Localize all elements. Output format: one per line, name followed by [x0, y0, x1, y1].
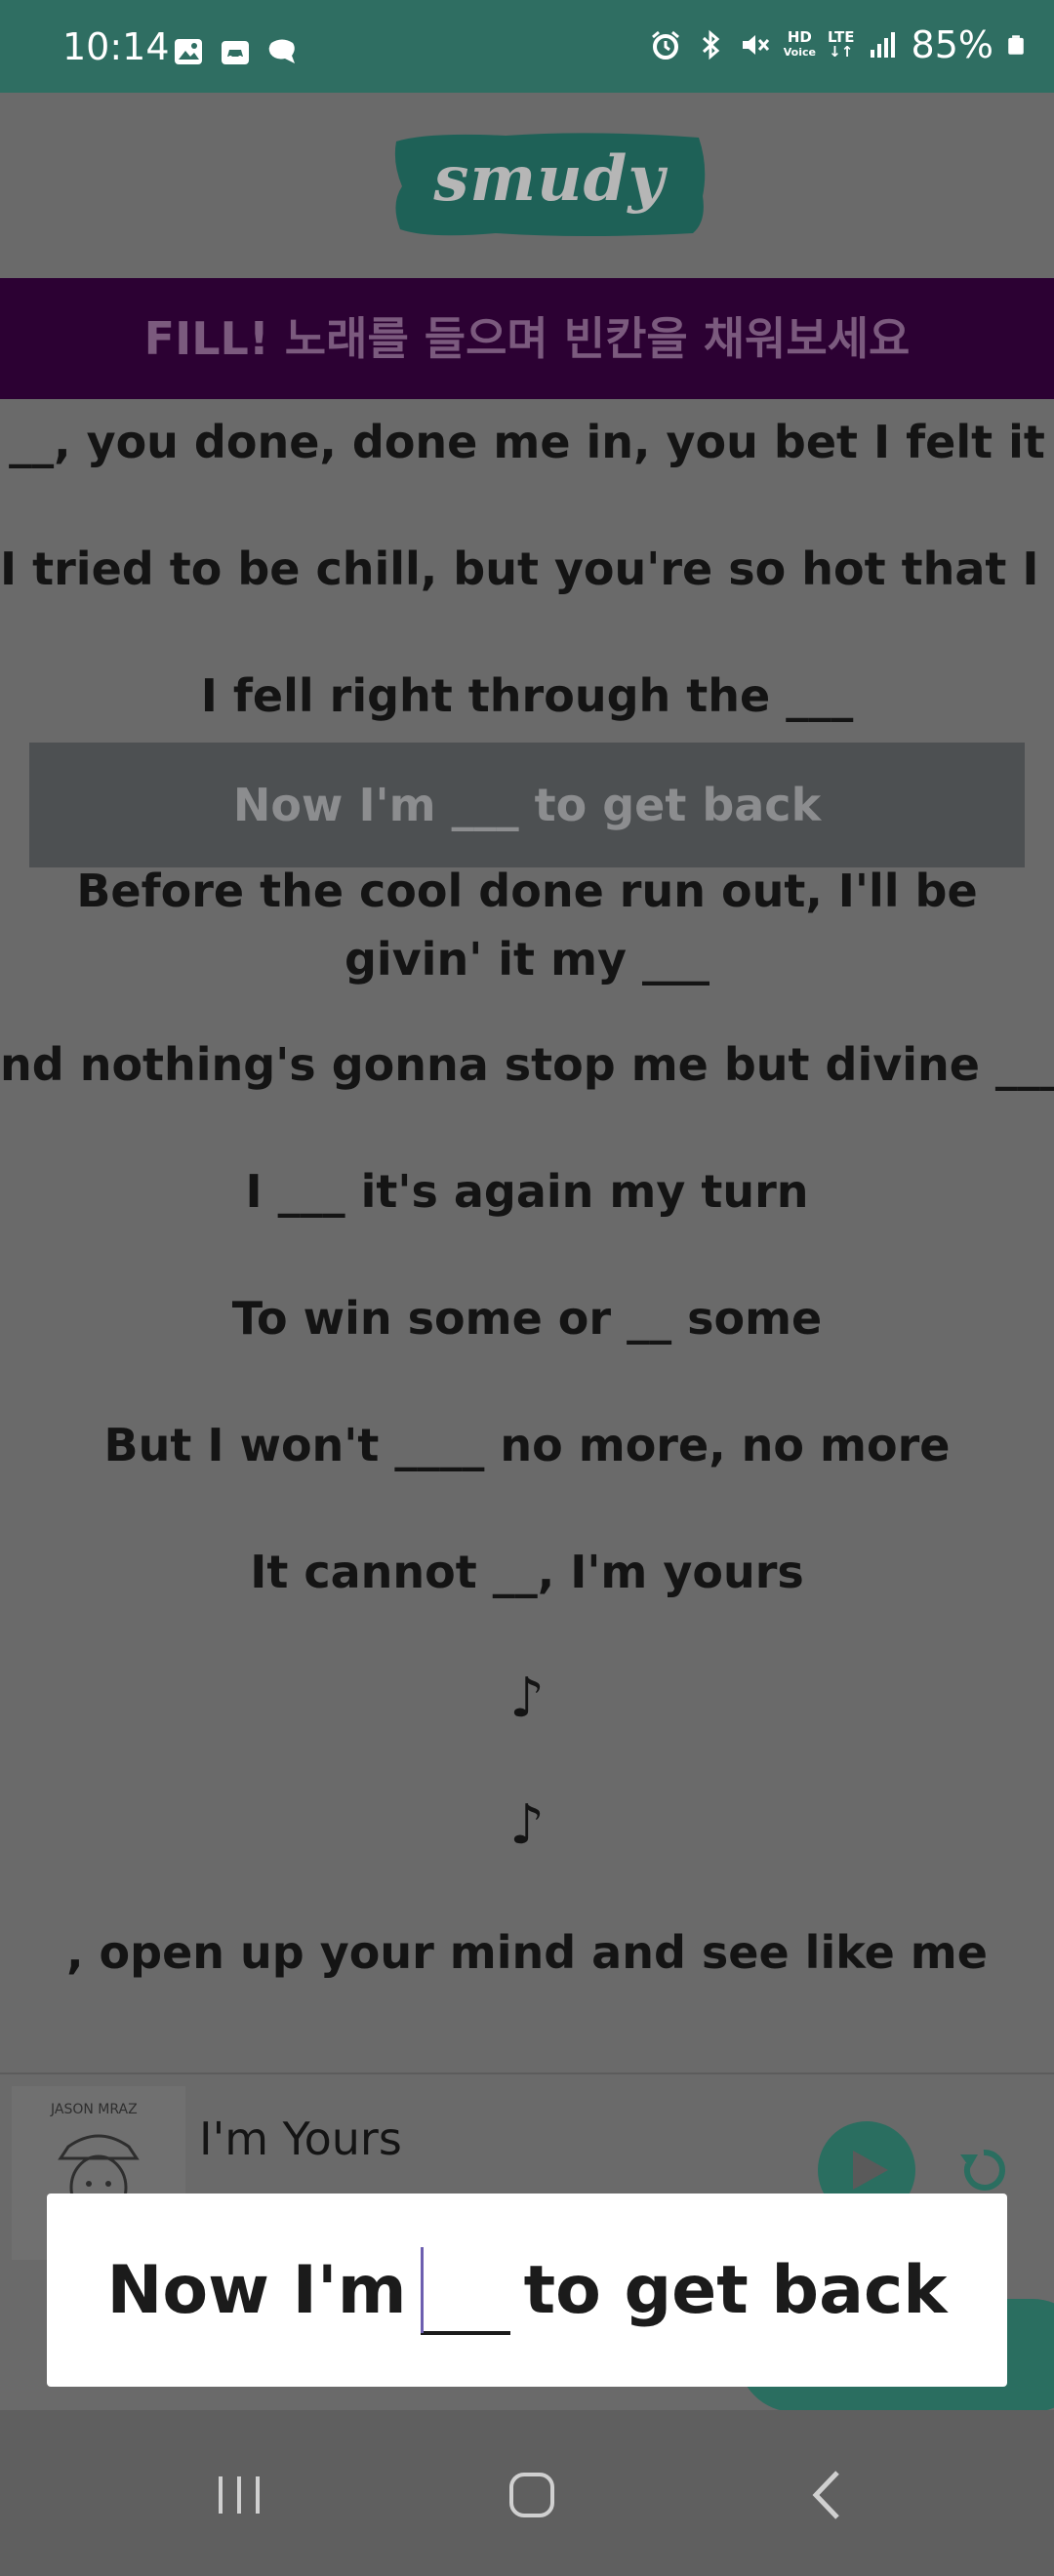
- status-bar: 10:14 HD Voice LTE ↓↑ 85%: [0, 0, 1054, 93]
- hd-sub-label: Voice: [783, 46, 816, 59]
- album-caption: JASON MRAZ: [51, 2102, 138, 2117]
- signal-icon: [870, 32, 895, 58]
- smudy-logo: smudy: [388, 128, 710, 241]
- lyric-line[interactable]: It cannot __, I'm yours: [0, 1538, 1054, 1606]
- lyric-line-current[interactable]: Now I'm ___ to get back: [29, 743, 1025, 867]
- header: smudy: [0, 93, 1054, 278]
- lyric-line[interactable]: I tried to be chill, but you're so hot t…: [0, 535, 1054, 603]
- home-icon[interactable]: [507, 2471, 556, 2519]
- hd-voice-indicator: HD Voice: [784, 30, 816, 60]
- music-note-line: ♪: [509, 1793, 545, 1857]
- lyric-line[interactable]: To win some or __ some: [0, 1284, 1054, 1352]
- music-note-line: ♪: [509, 1667, 545, 1730]
- gallery-icon: [175, 39, 202, 64]
- lte-indicator: LTE ↓↑: [828, 30, 855, 60]
- replay-icon[interactable]: [956, 2143, 1011, 2197]
- alarm-icon: [651, 30, 679, 60]
- battery-icon: [1008, 35, 1024, 55]
- play-icon: [853, 2151, 888, 2190]
- app-screen: 10:14 HD Voice LTE ↓↑ 85% smudy FILL! 노래…: [0, 0, 1054, 2576]
- lyric-line[interactable]: Before the cool done run out, I'll be gi…: [0, 857, 1054, 993]
- lyric-line[interactable]: But I won't ____ no more, no more: [0, 1411, 1054, 1479]
- lyric-line[interactable]: I fell right through the ___: [0, 662, 1054, 730]
- status-time: 10:14: [62, 25, 170, 68]
- answer-input[interactable]: [420, 2245, 510, 2335]
- answer-prefix: Now I'm: [106, 2251, 407, 2329]
- system-nav-bar: [0, 2410, 1054, 2576]
- logo-text: smudy: [433, 142, 666, 216]
- song-title: I'm Yours: [199, 2113, 402, 2165]
- answer-dialog: Now I'm to get back: [47, 2194, 1007, 2387]
- data-arrows-icon: ↓↑: [829, 43, 854, 60]
- lyric-line[interactable]: , open up your mind and see like me: [0, 1918, 1054, 1987]
- answer-suffix: to get back: [523, 2251, 948, 2329]
- lyrics-list[interactable]: __, you done, done me in, you bet I felt…: [0, 399, 1054, 2165]
- lyric-line[interactable]: __, you done, done me in, you bet I felt…: [0, 408, 1054, 476]
- notification-icons: [172, 35, 299, 68]
- lyric-line[interactable]: I ___ it's again my turn: [0, 1157, 1054, 1226]
- bluetooth-icon: [702, 29, 719, 60]
- car-mode-icon: [222, 41, 249, 64]
- hd-label: HD: [787, 28, 812, 46]
- battery-percent: 85%: [911, 23, 993, 66]
- recent-apps-icon[interactable]: [215, 2471, 264, 2519]
- fill-banner: FILL! 노래를 들으며 빈칸을 채워보세요: [0, 278, 1054, 399]
- system-indicators: HD Voice LTE ↓↑ 85%: [649, 25, 1027, 64]
- chat-bubble-icon: [268, 39, 295, 63]
- back-icon[interactable]: [808, 2469, 847, 2521]
- lyric-line[interactable]: nd nothing's gonna stop me but divine __…: [0, 1030, 1054, 1099]
- text-caret: [420, 2247, 424, 2333]
- answer-sentence: Now I'm to get back: [47, 2194, 1007, 2387]
- mute-icon: [742, 35, 769, 55]
